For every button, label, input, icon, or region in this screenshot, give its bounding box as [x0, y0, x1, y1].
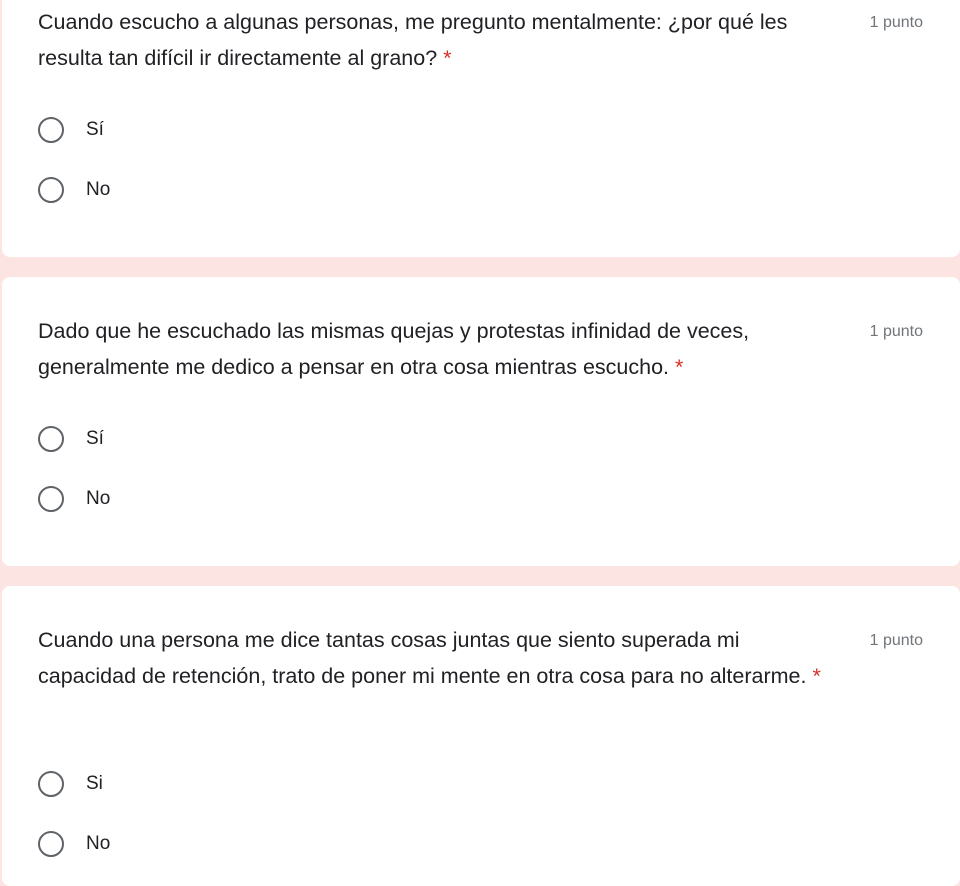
option-label: Sí [86, 119, 104, 140]
radio-unchecked-icon[interactable] [38, 771, 64, 797]
question-text: Cuando una persona me dice tantas cosas … [38, 628, 807, 688]
option-si[interactable]: Sí [38, 113, 104, 147]
option-no[interactable]: No [38, 482, 110, 516]
option-label: Sí [86, 428, 104, 449]
radio-unchecked-icon[interactable] [38, 831, 64, 857]
required-asterisk: * [812, 664, 821, 688]
question-text: Cuando escucho a algunas personas, me pr… [38, 10, 788, 70]
required-asterisk: * [675, 355, 684, 379]
question-card-1: Cuando escucho a algunas personas, me pr… [2, 0, 960, 257]
points-label: 1 punto [869, 632, 923, 649]
question-title: Cuando una persona me dice tantas cosas … [38, 622, 828, 694]
question-text: Dado que he escuchado las mismas quejas … [38, 319, 750, 379]
radio-unchecked-icon[interactable] [38, 117, 64, 143]
points-label: 1 punto [869, 14, 923, 31]
question-card-3: Cuando una persona me dice tantas cosas … [2, 586, 960, 886]
option-label: No [86, 179, 111, 200]
radio-unchecked-icon[interactable] [38, 426, 64, 452]
option-si[interactable]: Si [38, 767, 103, 801]
question-title: Dado que he escuchado las mismas quejas … [38, 313, 850, 385]
question-header: Cuando escucho a algunas personas, me pr… [38, 4, 923, 76]
option-label: No [86, 833, 111, 854]
option-no[interactable]: No [38, 173, 110, 207]
option-label: Si [86, 773, 103, 794]
option-si[interactable]: Sí [38, 422, 104, 456]
question-card-2: Dado que he escuchado las mismas quejas … [2, 277, 960, 566]
option-no[interactable]: No [38, 827, 110, 861]
question-title: Cuando escucho a algunas personas, me pr… [38, 4, 850, 76]
radio-unchecked-icon[interactable] [38, 486, 64, 512]
points-label: 1 punto [869, 323, 923, 340]
question-header: Cuando una persona me dice tantas cosas … [38, 622, 923, 694]
radio-unchecked-icon[interactable] [38, 177, 64, 203]
question-header: Dado que he escuchado las mismas quejas … [38, 313, 923, 385]
option-label: No [86, 488, 111, 509]
required-asterisk: * [443, 46, 452, 70]
